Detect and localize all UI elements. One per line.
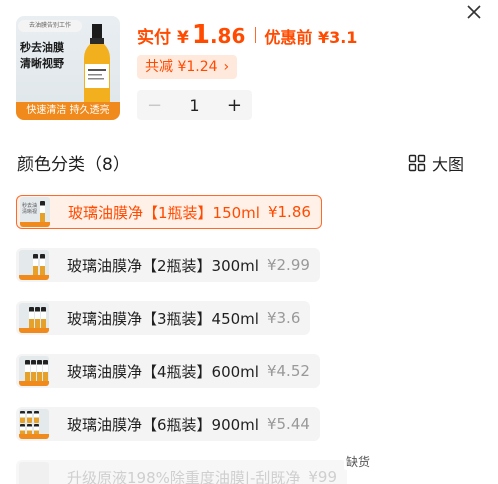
close-button[interactable]	[462, 0, 486, 24]
increment-button[interactable]: +	[227, 95, 242, 116]
variant-price: ¥99	[308, 468, 337, 484]
product-image[interactable]: 去油膜告别工作 秒去油膜 清晰视野 快速清洁 持久透亮	[16, 16, 120, 120]
close-icon	[467, 5, 481, 19]
variant-price: ¥4.52	[266, 362, 310, 380]
thumb-banner: 快速清洁 持久透亮	[16, 102, 120, 120]
quantity-stepper: − 1 +	[137, 90, 252, 120]
variant-name: 玻璃油膜净【6瓶装】900ml	[67, 415, 259, 434]
variant-price: ¥5.44	[266, 415, 310, 433]
original-price: 优惠前 ¥3.1	[264, 28, 358, 47]
variant-option[interactable]: 玻璃油膜净【6瓶装】900ml ¥5.44	[16, 407, 320, 441]
decrement-button[interactable]: −	[147, 95, 162, 116]
thumb-tag: 去油膜告别工作	[18, 20, 82, 32]
variant-option[interactable]: 玻璃油膜净【4瓶装】600ml ¥4.52	[16, 354, 320, 388]
variant-thumbnail	[19, 356, 49, 386]
discount-badge[interactable]: 共减 ¥1.24 ›	[137, 55, 238, 79]
variant-thumbnail: 秒去油 清晰视	[20, 197, 50, 227]
price-currency: ¥	[177, 28, 189, 48]
discount-text: 共减 ¥1.24	[145, 59, 218, 75]
price-label: 实付	[137, 28, 171, 48]
thumb-headline-line2: 清晰视野	[20, 57, 64, 70]
variant-price: ¥1.86	[267, 203, 311, 221]
variant-thumbnail	[19, 303, 49, 333]
section-title: 颜色分类（8）	[17, 155, 130, 175]
variant-option[interactable]: 秒去油 清晰视 玻璃油膜净【1瓶装】150ml ¥1.86	[16, 195, 322, 229]
price-row: 实付 ¥ 1 .86 优惠前 ¥3.1	[137, 20, 357, 50]
variant-name: 玻璃油膜净【3瓶装】450ml	[67, 309, 259, 328]
variant-price: ¥3.6	[266, 309, 301, 327]
quantity-value[interactable]: 1	[189, 96, 199, 115]
variant-price: ¥2.99	[266, 256, 310, 274]
variant-thumbnail	[19, 250, 49, 280]
grid-icon	[408, 154, 426, 172]
large-image-label: 大图	[432, 155, 465, 174]
price-divider	[255, 27, 257, 43]
thumb-headline: 秒去油膜 清晰视野	[20, 40, 64, 72]
chevron-right-icon: ›	[223, 59, 230, 75]
soldout-badge: 缺货	[344, 454, 373, 470]
bottle-icon	[84, 24, 110, 112]
variant-thumbnail	[19, 462, 49, 484]
price-decimal: .86	[209, 24, 246, 48]
variant-option[interactable]: 玻璃油膜净【3瓶装】450ml ¥3.6	[16, 301, 311, 335]
variant-name: 玻璃油膜净【2瓶装】300ml	[67, 256, 259, 275]
thumb-headline-line1: 秒去油膜	[20, 41, 64, 54]
variant-name: 升级原液198%除重度油膜|-刮既净	[67, 468, 301, 484]
price-integer: 1	[191, 20, 210, 50]
variant-option[interactable]: 玻璃油膜净【2瓶装】300ml ¥2.99	[16, 248, 320, 282]
variant-name: 玻璃油膜净【4瓶装】600ml	[67, 362, 259, 381]
large-image-toggle[interactable]: 大图	[408, 151, 464, 175]
variant-name: 玻璃油膜净【1瓶装】150ml	[68, 203, 260, 222]
variant-option-disabled[interactable]: 升级原液198%除重度油膜|-刮既净 ¥99	[16, 460, 347, 484]
variant-thumbnail	[19, 409, 49, 439]
